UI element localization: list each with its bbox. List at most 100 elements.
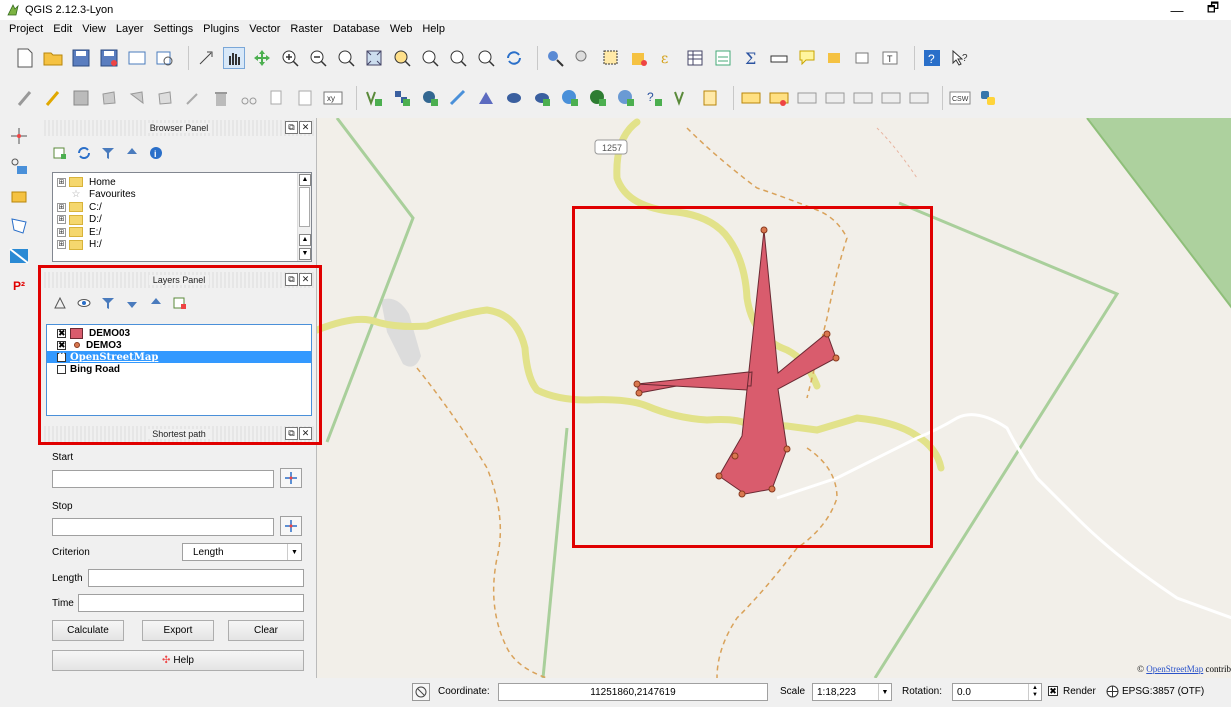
current-edits-icon[interactable] bbox=[14, 87, 36, 109]
menu-project[interactable]: Project bbox=[9, 23, 43, 35]
length-field[interactable] bbox=[88, 569, 304, 587]
touch-zoom-icon[interactable] bbox=[195, 47, 217, 69]
pin-labels-icon[interactable] bbox=[768, 87, 790, 109]
zoom-last-icon[interactable] bbox=[447, 47, 469, 69]
menu-raster[interactable]: Raster bbox=[290, 23, 322, 35]
new-project-icon[interactable] bbox=[14, 47, 36, 69]
menu-edit[interactable]: Edit bbox=[53, 23, 72, 35]
menu-database[interactable]: Database bbox=[333, 23, 380, 35]
coordinate-field[interactable]: 11251860,2147619 bbox=[498, 683, 768, 701]
toggle-extents-icon[interactable] bbox=[412, 683, 430, 701]
stop-point-picker[interactable] bbox=[280, 516, 302, 536]
expand-icon[interactable]: ⊞ bbox=[57, 240, 66, 250]
filter-icon[interactable] bbox=[100, 145, 116, 161]
add-feature-icon[interactable] bbox=[98, 87, 120, 109]
refresh-icon[interactable] bbox=[503, 47, 525, 69]
add-wms-icon[interactable] bbox=[559, 87, 581, 109]
add-delimited-text-icon[interactable]: ? bbox=[643, 87, 665, 109]
composer-manager-icon[interactable] bbox=[154, 47, 176, 69]
render-checkbox[interactable]: ✖ bbox=[1048, 686, 1058, 696]
add-mssql-icon[interactable] bbox=[475, 87, 497, 109]
menu-vector[interactable]: Vector bbox=[249, 23, 280, 35]
add-selected-layers-icon[interactable] bbox=[52, 145, 68, 161]
restore-button[interactable]: 🗗 bbox=[1195, 0, 1231, 20]
add-vector-layer-icon[interactable] bbox=[363, 87, 385, 109]
minimize-button[interactable]: — bbox=[1159, 0, 1195, 20]
menu-plugins[interactable]: Plugins bbox=[203, 23, 239, 35]
delete-selected-icon[interactable] bbox=[210, 87, 232, 109]
expand-icon[interactable]: ⊞ bbox=[57, 177, 66, 187]
field-calculator-icon[interactable]: ε bbox=[656, 47, 678, 69]
digitize-icon[interactable] bbox=[6, 214, 32, 238]
float-panel-icon[interactable]: ⧉ bbox=[285, 121, 298, 134]
scroll-up-icon[interactable]: ▲ bbox=[299, 174, 311, 186]
move-feature-icon[interactable] bbox=[126, 87, 148, 109]
add-virtual-layer-icon[interactable] bbox=[699, 87, 721, 109]
open-project-icon[interactable] bbox=[42, 47, 64, 69]
toggle-editing-icon[interactable] bbox=[42, 87, 64, 109]
menu-help[interactable]: Help bbox=[422, 23, 445, 35]
save-as-icon[interactable] bbox=[98, 47, 120, 69]
text-annotation-icon[interactable]: T bbox=[880, 47, 902, 69]
whats-this-icon[interactable]: ? bbox=[949, 47, 971, 69]
time-field[interactable] bbox=[78, 594, 304, 612]
browser-item[interactable]: ⊞ D:/ bbox=[53, 214, 311, 227]
add-spatialite-icon[interactable] bbox=[447, 87, 469, 109]
calculate-button[interactable]: Calculate bbox=[52, 620, 124, 641]
zoom-out-icon[interactable] bbox=[307, 47, 329, 69]
browser-item[interactable]: ☆ Favourites bbox=[53, 189, 311, 202]
postgis-plugin-icon[interactable]: P² bbox=[6, 274, 32, 298]
sum-icon[interactable]: Σ bbox=[740, 47, 762, 69]
crs-status[interactable]: EPSG:3857 (OTF) bbox=[1122, 686, 1204, 697]
node-tool-icon[interactable] bbox=[154, 87, 176, 109]
annotation-icon[interactable] bbox=[796, 47, 818, 69]
add-raster-layer-icon[interactable] bbox=[391, 87, 413, 109]
paste-features-icon[interactable] bbox=[294, 87, 316, 109]
scroll-up-icon[interactable]: ▲ bbox=[299, 234, 311, 246]
new-shapefile-icon[interactable] bbox=[671, 87, 693, 109]
copy-features-icon[interactable] bbox=[266, 87, 288, 109]
browser-item[interactable]: ⊞ C:/ bbox=[53, 201, 311, 214]
help-button[interactable]: ✣ Help bbox=[52, 650, 304, 671]
pan-to-selection-icon[interactable] bbox=[251, 47, 273, 69]
browser-item[interactable]: ⊞ H:/ bbox=[53, 239, 311, 252]
attribute-table-icon[interactable] bbox=[684, 47, 706, 69]
road-graph-icon[interactable] bbox=[6, 154, 32, 178]
pen-edit-icon[interactable] bbox=[182, 87, 204, 109]
label-tool-icon[interactable] bbox=[740, 87, 762, 109]
add-wfs-icon[interactable] bbox=[615, 87, 637, 109]
new-bookmark-icon[interactable] bbox=[824, 47, 846, 69]
cut-features-icon[interactable] bbox=[238, 87, 260, 109]
pan-map-icon[interactable] bbox=[223, 47, 245, 69]
crs-globe-icon[interactable] bbox=[1106, 685, 1119, 701]
scroll-thumb[interactable] bbox=[299, 187, 310, 227]
zoom-in-icon[interactable] bbox=[279, 47, 301, 69]
refresh-icon[interactable] bbox=[76, 145, 92, 161]
zoom-to-selection-icon[interactable] bbox=[391, 47, 413, 69]
chevron-down-icon[interactable]: ▼ bbox=[878, 684, 891, 700]
layer-style-icon[interactable] bbox=[6, 244, 32, 268]
label-properties-icon[interactable] bbox=[908, 87, 930, 109]
export-button[interactable]: Export bbox=[142, 620, 214, 641]
xy-tool-icon[interactable]: xy bbox=[322, 87, 344, 109]
scale-combo[interactable]: 1:18,223 ▼ bbox=[812, 683, 892, 701]
map-tips-icon[interactable] bbox=[572, 47, 594, 69]
georeferencer-icon[interactable] bbox=[6, 184, 32, 208]
capture-coordinate-icon[interactable] bbox=[6, 124, 32, 148]
new-print-composer-icon[interactable] bbox=[126, 47, 148, 69]
show-bookmarks-icon[interactable] bbox=[852, 47, 874, 69]
expand-icon[interactable]: ⊞ bbox=[57, 215, 66, 225]
menu-settings[interactable]: Settings bbox=[153, 23, 193, 35]
identify-icon[interactable] bbox=[544, 47, 566, 69]
start-field[interactable] bbox=[52, 470, 274, 488]
statistics-icon[interactable] bbox=[712, 47, 734, 69]
csw-icon[interactable]: CSW bbox=[949, 87, 971, 109]
openstreetmap-link[interactable]: OpenStreetMap bbox=[1146, 664, 1203, 674]
browser-item[interactable]: ⊞ E:/ bbox=[53, 226, 311, 239]
close-panel-icon[interactable]: ✕ bbox=[299, 121, 312, 134]
menu-web[interactable]: Web bbox=[390, 23, 412, 35]
save-edits-icon[interactable] bbox=[70, 87, 92, 109]
zoom-full-icon[interactable] bbox=[363, 47, 385, 69]
rotation-field[interactable]: 0.0 ▲ ▼ bbox=[952, 683, 1042, 701]
add-db2-icon[interactable] bbox=[531, 87, 553, 109]
